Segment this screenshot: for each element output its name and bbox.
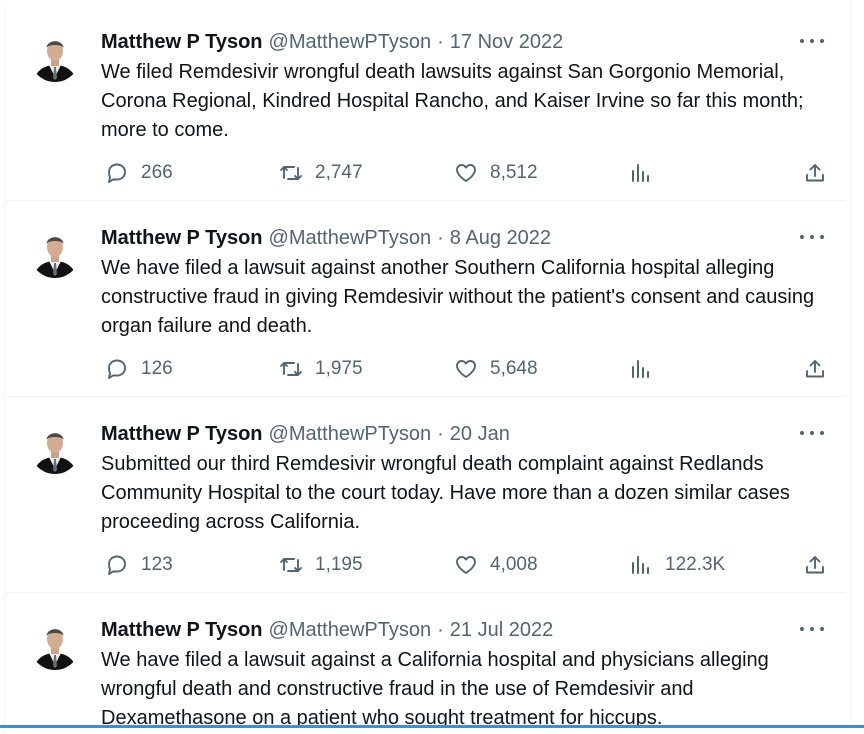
author-handle[interactable]: @MatthewPTyson: [269, 423, 432, 446]
reply-count: 123: [141, 554, 173, 575]
views-icon: [632, 556, 649, 574]
author-name[interactable]: Matthew P Tyson: [101, 619, 263, 642]
retweet-button[interactable]: 2,747: [279, 158, 363, 188]
views-icon: [632, 360, 649, 378]
reply-count: 266: [141, 162, 173, 183]
retweet-count: 1,195: [315, 554, 363, 575]
views-icon: [632, 164, 649, 182]
tweet-header: Matthew P Tyson @MatthewPTyson · 21 Jul …: [101, 616, 826, 644]
more-icon[interactable]: [800, 232, 824, 242]
more-icon[interactable]: [800, 428, 824, 438]
like-button[interactable]: 4,008: [454, 550, 538, 580]
avatar[interactable]: [30, 620, 80, 670]
tweet-feed: Matthew P Tyson @MatthewPTyson · 17 Nov …: [0, 0, 851, 734]
heart-icon: [456, 360, 476, 378]
tweet-text: We have filed a lawsuit against a Califo…: [101, 649, 769, 729]
tweet-header: Matthew P Tyson @MatthewPTyson · 8 Aug 2…: [101, 224, 826, 252]
tweet-text: We have filed a lawsuit against another …: [101, 257, 815, 337]
views-button[interactable]: [629, 354, 665, 384]
share-icon: [806, 360, 824, 378]
reply-icon: [108, 163, 126, 183]
share-button[interactable]: [803, 158, 839, 188]
like-count: 5,648: [490, 358, 538, 379]
tweet[interactable]: Matthew P Tyson @MatthewPTyson · 8 Aug 2…: [4, 202, 846, 397]
author-name[interactable]: Matthew P Tyson: [101, 423, 263, 446]
tweet-date[interactable]: 8 Aug 2022: [450, 227, 551, 250]
like-count: 4,008: [490, 554, 538, 575]
retweet-count: 2,747: [315, 162, 363, 183]
separator-dot: ·: [437, 618, 444, 641]
tweet-header: Matthew P Tyson @MatthewPTyson · 20 Jan: [101, 420, 826, 448]
retweet-icon: [280, 558, 302, 572]
more-icon[interactable]: [800, 36, 824, 46]
retweet-icon: [280, 362, 302, 376]
tweet-text: Submitted our third Remdesivir wrongful …: [101, 453, 790, 533]
tweet-date[interactable]: 20 Jan: [450, 423, 510, 446]
like-button[interactable]: 8,512: [454, 158, 538, 188]
retweet-icon: [280, 166, 302, 180]
avatar[interactable]: [30, 32, 80, 82]
tweet-actions: 266 2,747 8,512: [101, 158, 831, 188]
author-handle[interactable]: @MatthewPTyson: [269, 619, 432, 642]
more-icon[interactable]: [800, 624, 824, 634]
tweet-date[interactable]: 17 Nov 2022: [450, 31, 563, 54]
heart-icon: [456, 164, 476, 182]
tweet[interactable]: Matthew P Tyson @MatthewPTyson · 20 Jan …: [4, 398, 846, 593]
author-name[interactable]: Matthew P Tyson: [101, 31, 263, 54]
reply-button[interactable]: 123: [105, 550, 173, 580]
avatar[interactable]: [30, 424, 80, 474]
author-name[interactable]: Matthew P Tyson: [101, 227, 263, 250]
retweet-count: 1,975: [315, 358, 363, 379]
reply-button[interactable]: 126: [105, 354, 173, 384]
views-button[interactable]: 122.3K: [629, 550, 725, 580]
share-button[interactable]: [803, 354, 839, 384]
author-handle[interactable]: @MatthewPTyson: [269, 31, 432, 54]
tweet[interactable]: Matthew P Tyson @MatthewPTyson · 17 Nov …: [4, 6, 846, 201]
tweet-actions: 123 1,195 4,008 122.3K: [101, 550, 831, 580]
share-button[interactable]: [803, 550, 839, 580]
heart-icon: [456, 556, 476, 574]
tweet-date[interactable]: 21 Jul 2022: [450, 619, 553, 642]
like-button[interactable]: 5,648: [454, 354, 538, 384]
reply-count: 126: [141, 358, 173, 379]
tweet-text: We filed Remdesivir wrongful death lawsu…: [101, 61, 804, 141]
views-button[interactable]: [629, 158, 665, 188]
separator-dot: ·: [437, 30, 444, 53]
separator-dot: ·: [437, 226, 444, 249]
share-icon: [806, 164, 824, 182]
avatar[interactable]: [30, 228, 80, 278]
tweet-actions: 126 1,975 5,648: [101, 354, 831, 384]
views-count: 122.3K: [665, 554, 726, 575]
separator-dot: ·: [437, 422, 444, 445]
tweet[interactable]: Matthew P Tyson @MatthewPTyson · 21 Jul …: [4, 594, 846, 734]
share-icon: [806, 556, 824, 574]
reply-icon: [108, 359, 126, 379]
author-handle[interactable]: @MatthewPTyson: [269, 227, 432, 250]
reply-icon: [108, 555, 126, 575]
retweet-button[interactable]: 1,975: [279, 354, 363, 384]
like-count: 8,512: [490, 162, 538, 183]
retweet-button[interactable]: 1,195: [279, 550, 363, 580]
tweet-header: Matthew P Tyson @MatthewPTyson · 17 Nov …: [101, 28, 826, 56]
reply-button[interactable]: 266: [105, 158, 173, 188]
